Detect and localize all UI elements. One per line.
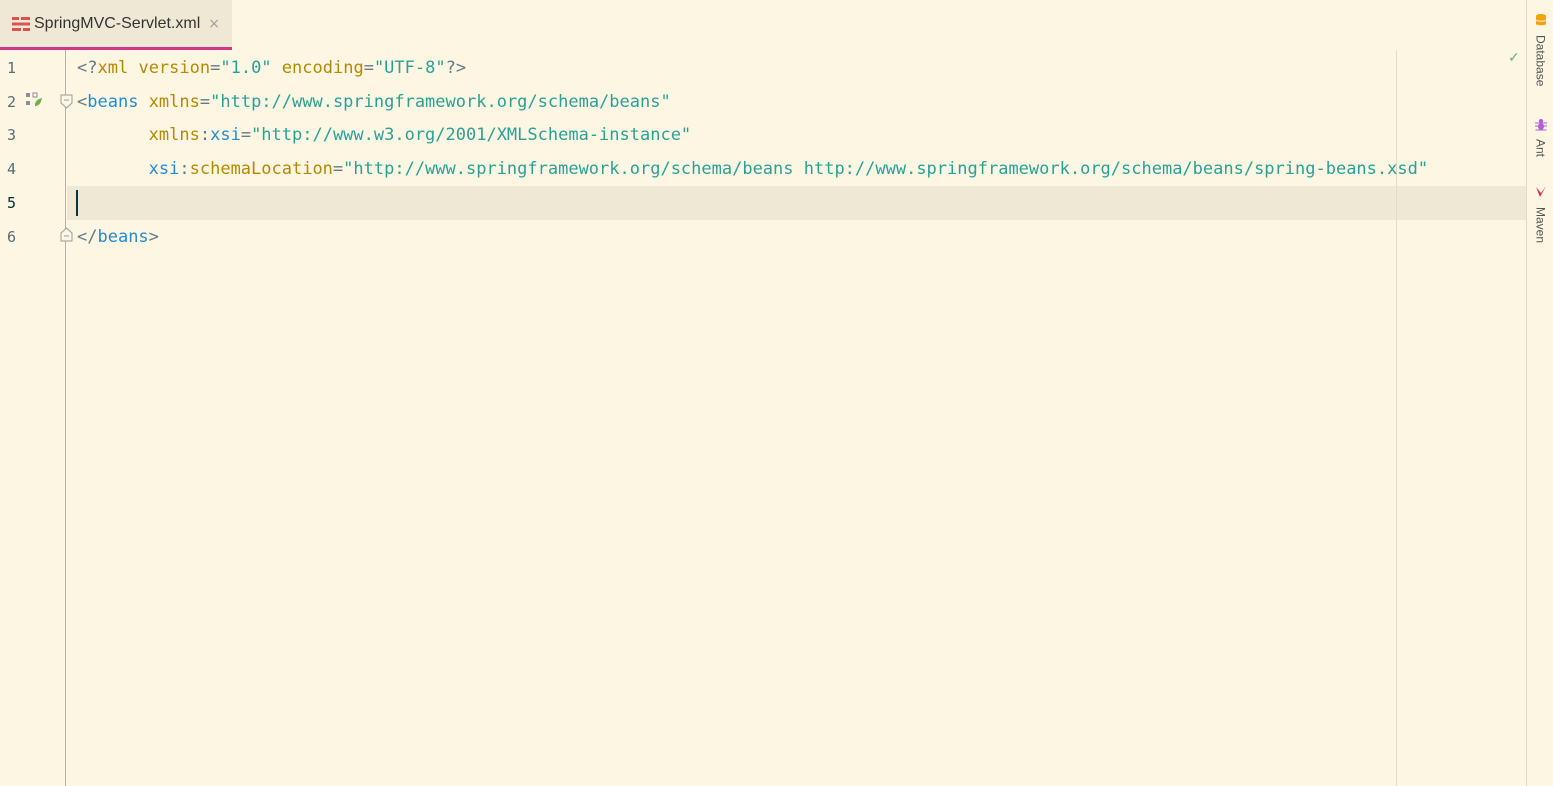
code-line-6[interactable]: </beans> (77, 220, 159, 254)
code-token: : (199, 125, 211, 145)
code-token: xmlns (148, 125, 200, 145)
code-token: </ (77, 227, 98, 247)
code-token: = (332, 159, 344, 179)
tool-label: Ant (1533, 139, 1548, 158)
right-tool-window-bar: Database Ant Maven (1526, 0, 1553, 786)
tab-label: SpringMVC-Servlet.xml (34, 14, 201, 32)
code-line-1[interactable]: <?xml version="1.0" encoding="UTF-8"?> (77, 51, 466, 85)
editor-tab-bar: SpringMVC-Servlet.xml × (0, 0, 1526, 50)
spring-bean-icon[interactable] (25, 92, 43, 112)
code-token: : (179, 159, 190, 179)
current-line-highlight (67, 186, 1526, 220)
code-token: = (210, 58, 221, 78)
code-token: = (199, 92, 211, 112)
code-token: > (148, 227, 159, 247)
code-token: "http://www.springframework.org/schema/b… (210, 92, 671, 112)
line-number: 4 (7, 160, 17, 178)
code-token: "http://www.w3.org/2001/XMLSchema-instan… (251, 125, 692, 145)
code-token: beans (97, 227, 149, 247)
ant-icon (1534, 116, 1548, 135)
code-token: = (363, 58, 374, 78)
code-token: version (138, 58, 211, 78)
line-number-current: 5 (7, 194, 17, 212)
code-line-2[interactable]: <beans xmlns="http://www.springframework… (77, 85, 671, 119)
code-editor[interactable]: <?xml version="1.0" encoding="UTF-8"?> <… (67, 50, 1526, 786)
line-number: 1 (7, 59, 17, 77)
code-token: ?> (445, 58, 467, 78)
code-token: "UTF-8" (373, 58, 446, 78)
code-token: schemaLocation (189, 159, 333, 179)
code-token: < (77, 92, 88, 112)
code-token: xmlns (148, 92, 200, 112)
line-number: 6 (7, 228, 17, 246)
code-token: xsi (148, 159, 180, 179)
maven-icon (1535, 184, 1547, 203)
tab-springmvc-servlet-xml[interactable]: SpringMVC-Servlet.xml × (0, 0, 232, 50)
code-token: = (240, 125, 252, 145)
tool-label: Maven (1533, 207, 1548, 244)
line-number-gutter[interactable]: 1 2 3 4 5 6 (0, 50, 73, 786)
tool-window-ant[interactable]: Ant (1527, 116, 1553, 157)
code-token: "http://www.springframework.org/schema/b… (343, 159, 1429, 179)
line-number: 2 (7, 93, 17, 111)
xml-file-icon (11, 14, 31, 34)
code-token: "1.0" (220, 58, 272, 78)
code-token: <? (77, 58, 98, 78)
tool-label: Database (1533, 35, 1548, 87)
checkmark-icon[interactable]: ✓ (1508, 50, 1520, 66)
database-icon (1535, 12, 1547, 31)
text-caret (76, 190, 78, 216)
tool-window-database[interactable]: Database (1527, 12, 1553, 86)
line-number: 3 (7, 126, 17, 144)
code-token: xml (97, 58, 129, 78)
code-line-4[interactable]: xsi:schemaLocation="http://www.springfra… (77, 152, 1428, 186)
close-icon[interactable]: × (208, 17, 220, 31)
code-token: xsi (210, 125, 241, 145)
code-token: beans (87, 92, 139, 112)
tool-window-maven[interactable]: Maven (1527, 184, 1553, 243)
code-line-3[interactable]: xmlns:xsi="http://www.w3.org/2001/XMLSch… (77, 118, 692, 152)
code-token: encoding (281, 58, 364, 78)
